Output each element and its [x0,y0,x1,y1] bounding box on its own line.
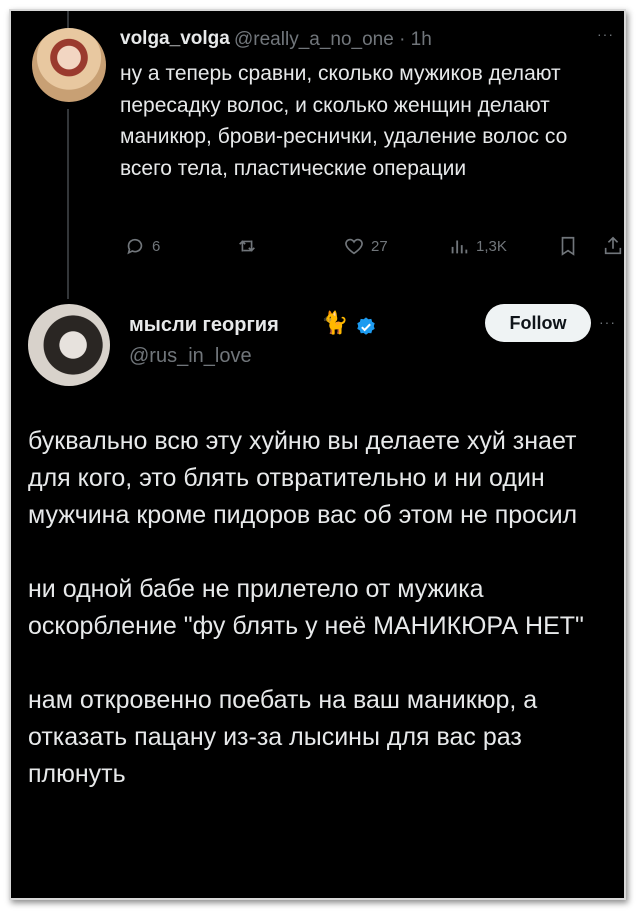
tweet-paragraph: буквально всю эту хуйню вы делаете хуй з… [28,427,578,529]
tweet-text: буквально всю эту хуйню вы делаете хуй з… [28,423,613,830]
author-handle-time[interactable]: @really_a_no_one · 1h [234,29,432,51]
share-button[interactable] [602,235,624,257]
bookmark-button[interactable] [557,235,579,257]
views-button[interactable]: 1,3K [448,235,507,257]
tweet-paragraph: ни одной бабе не прилетело от мужика оск… [28,575,584,640]
avatar[interactable] [32,28,106,102]
views-count: 1,3K [476,237,507,255]
share-icon [604,236,622,255]
screenshot-frame: volga_volga @really_a_no_one · 1h ··· ну… [9,9,626,900]
author-name[interactable]: volga_volga [120,28,230,50]
reply-button[interactable]: 6 [124,235,160,257]
author-name[interactable]: мысли георгия [129,314,279,337]
tweet-paragraph: нам откровенно поебать на ваш маникюр, а… [28,686,538,788]
author-handle[interactable]: @rus_in_love [129,345,252,368]
thread-line-top [67,11,69,29]
retweet-icon [239,240,255,252]
bookmark-icon [561,236,575,256]
like-button[interactable]: 27 [343,235,388,257]
reply-count: 6 [152,237,161,255]
cat-emoji: 🐈 [321,310,349,335]
more-icon[interactable]: ··· [599,314,616,330]
like-count: 27 [371,237,388,255]
tweet-text: ну а теперь сравни, сколько мужиков дела… [120,62,568,180]
thread-line [67,109,69,299]
follow-button[interactable]: Follow [485,304,591,342]
avatar[interactable] [28,304,110,386]
reply-icon [127,238,143,255]
like-icon [345,238,363,255]
tweet-actions: 6 27 1,3K [116,235,624,265]
views-icon [451,240,468,254]
more-icon[interactable]: ··· [597,26,614,42]
verified-badge-icon [357,317,375,335]
retweet-button[interactable] [236,235,264,257]
